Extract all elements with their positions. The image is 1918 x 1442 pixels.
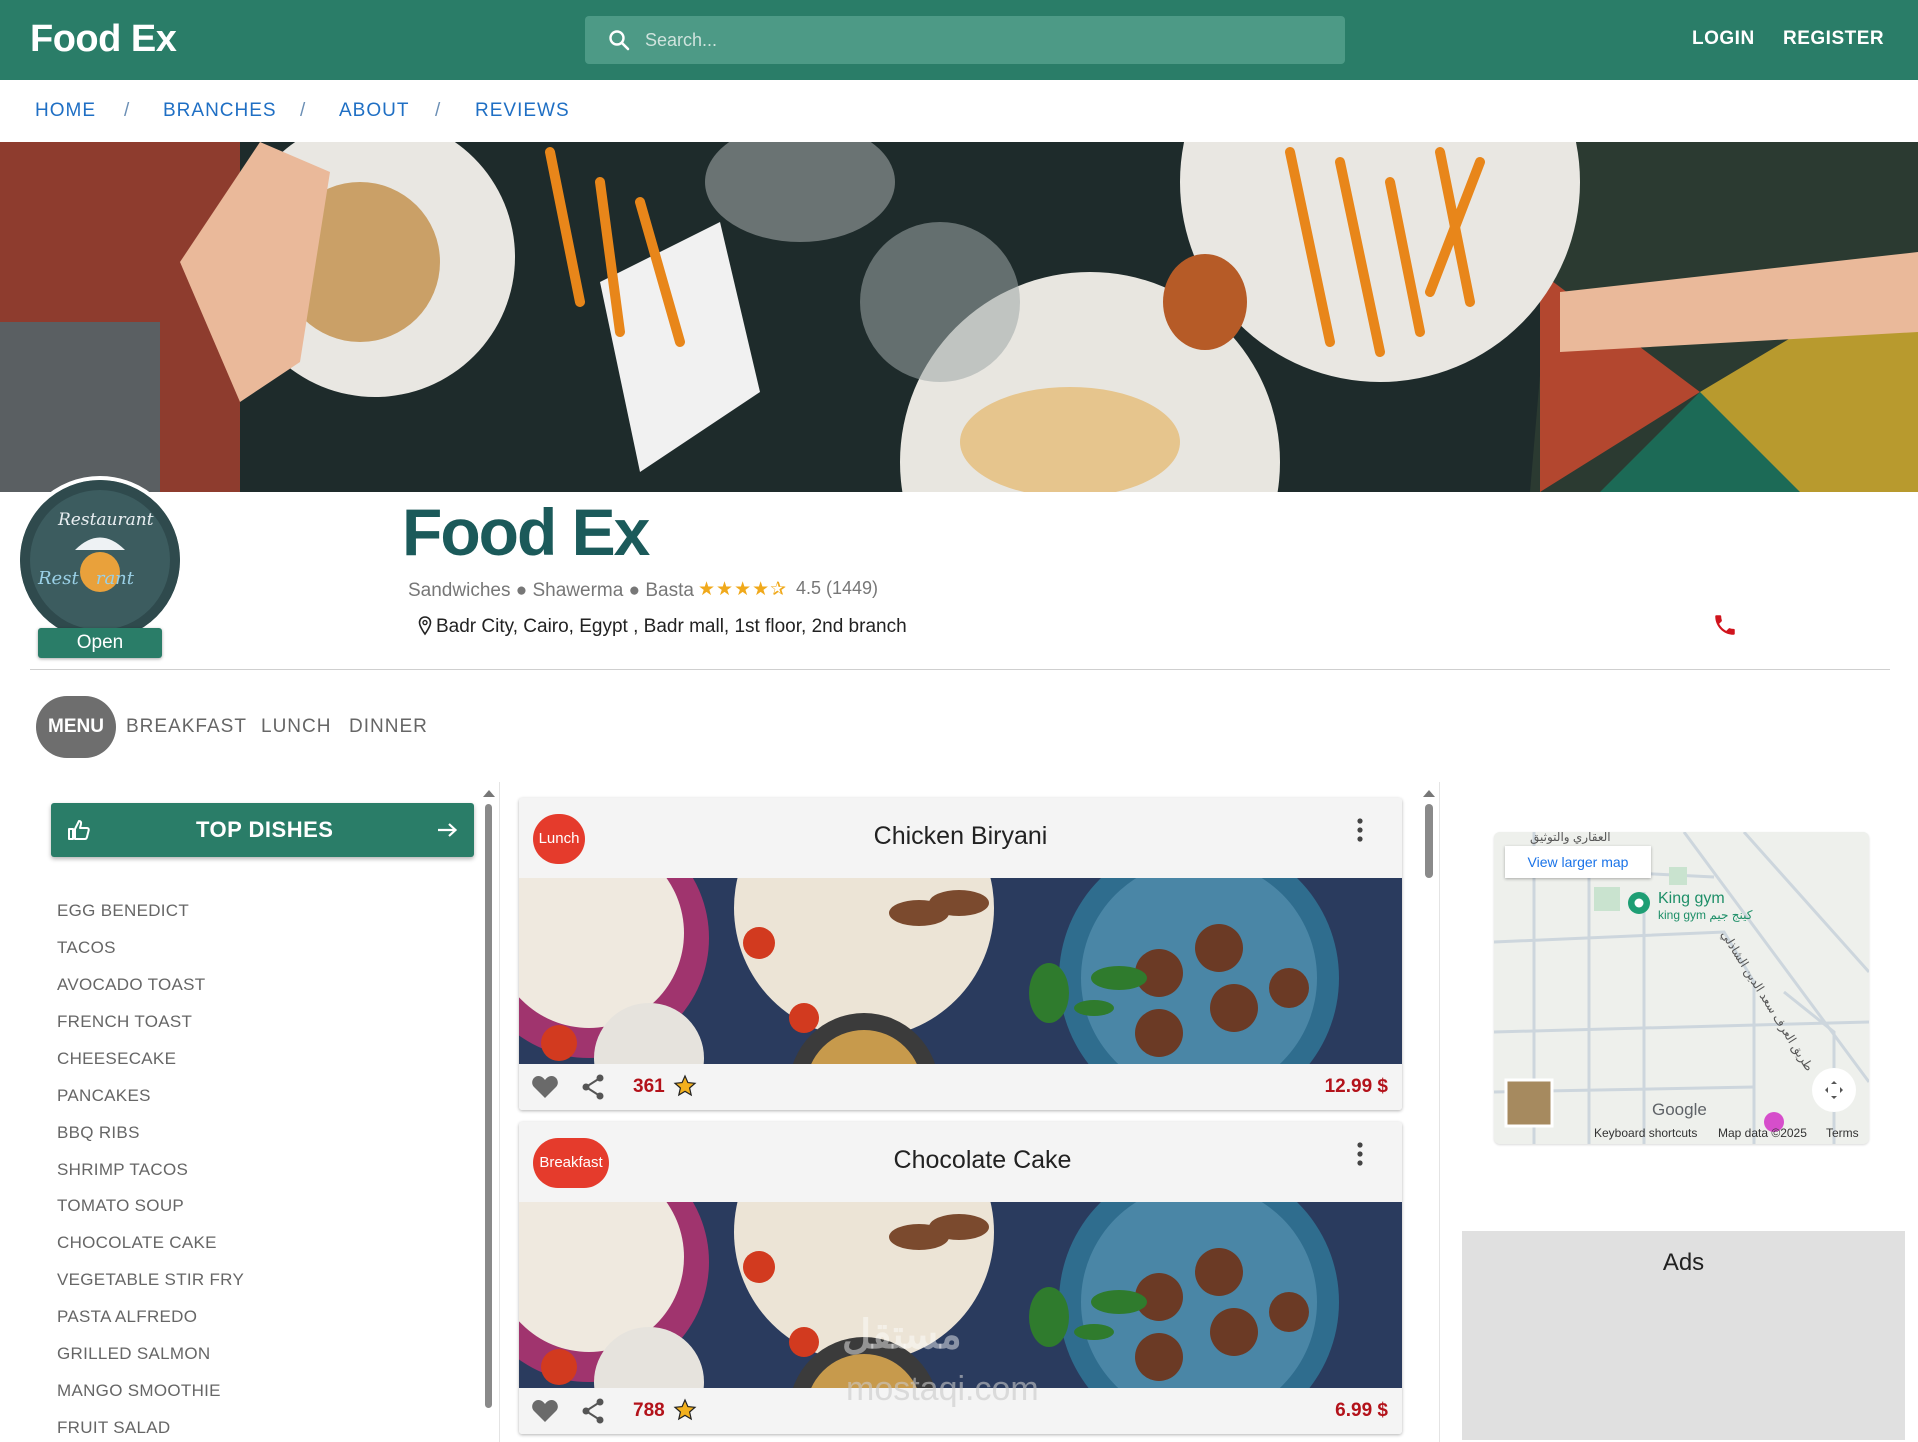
brand-logo[interactable]: Food Ex bbox=[30, 18, 177, 61]
rating-count: 788 bbox=[633, 1400, 665, 1421]
breadcrumb-separator: / bbox=[300, 100, 306, 121]
map-google-logo: Google bbox=[1652, 1100, 1707, 1119]
map-top-label: العقاري والتوثيق bbox=[1530, 832, 1611, 844]
rating-value: 4.5 (1449) bbox=[796, 578, 879, 598]
scroll-up-arrow[interactable] bbox=[483, 790, 495, 797]
dish-list-item[interactable]: CHOCOLATE CAKE bbox=[57, 1233, 217, 1253]
dish-list-item[interactable]: MANGO SMOOTHIE bbox=[57, 1381, 221, 1401]
dish-list-item[interactable]: VEGETABLE STIR FRY bbox=[57, 1270, 244, 1290]
hero-cover-image bbox=[0, 142, 1918, 492]
dish-list-item[interactable]: EGG BENEDICT bbox=[57, 901, 189, 921]
heart-icon[interactable] bbox=[531, 1399, 559, 1423]
rating-count: 361 bbox=[633, 1076, 665, 1097]
dish-list-item[interactable]: CHEESECAKE bbox=[57, 1049, 176, 1069]
breadcrumb-about[interactable]: ABOUT bbox=[339, 100, 409, 122]
search-input[interactable] bbox=[645, 16, 1325, 64]
breadcrumb-home[interactable]: HOME bbox=[35, 100, 96, 122]
view-larger-map-link[interactable]: View larger map bbox=[1505, 846, 1651, 878]
breadcrumb: HOME / BRANCHES / ABOUT / REVIEWS bbox=[0, 80, 1918, 142]
feed-scrollbar[interactable] bbox=[1425, 804, 1433, 878]
location-pin-icon bbox=[418, 616, 432, 636]
watermark-latin: mostaqi.com bbox=[846, 1370, 1039, 1408]
login-button[interactable]: LOGIN bbox=[1692, 28, 1755, 50]
dish-price: 12.99 $ bbox=[1324, 1076, 1388, 1097]
dish-list-item[interactable]: AVOCADO TOAST bbox=[57, 975, 205, 995]
register-button[interactable]: REGISTER bbox=[1783, 28, 1884, 50]
top-dishes-button[interactable]: TOP DISHES bbox=[51, 803, 474, 857]
breadcrumb-separator: / bbox=[124, 100, 130, 121]
phone-icon[interactable] bbox=[1712, 612, 1738, 638]
tab-lunch[interactable]: LUNCH bbox=[261, 716, 331, 738]
dish-title: Chocolate Cake bbox=[893, 1146, 1072, 1174]
top-dishes-panel bbox=[30, 782, 500, 1442]
map-keyboard-shortcuts[interactable]: Keyboard shortcuts bbox=[1594, 1126, 1697, 1140]
dish-list-item[interactable]: TOMATO SOUP bbox=[57, 1196, 184, 1216]
breadcrumb-branches[interactable]: BRANCHES bbox=[163, 100, 277, 122]
dish-title: Chicken Biryani bbox=[873, 822, 1048, 850]
arrow-right-icon bbox=[438, 823, 458, 837]
restaurant-logo: Restaurant Rest rant bbox=[16, 476, 184, 644]
map-fullscreen-icon[interactable] bbox=[1823, 1079, 1845, 1101]
dish-price: 6.99 $ bbox=[1335, 1400, 1388, 1421]
map-terms-link[interactable]: Terms bbox=[1826, 1126, 1859, 1140]
more-options-icon[interactable] bbox=[1357, 1142, 1363, 1168]
map-data-label: Map data ©2025 bbox=[1718, 1126, 1807, 1140]
location-map[interactable]: King gym king gym كينج جيم العقاري والتو… bbox=[1494, 832, 1869, 1144]
restaurant-categories: Sandwiches ● Shawerma ● Basta bbox=[408, 580, 694, 601]
top-app-bar: Food Ex LOGIN REGISTER bbox=[0, 0, 1918, 80]
search-icon bbox=[609, 30, 630, 51]
ads-panel: Ads bbox=[1462, 1231, 1905, 1440]
tab-menu[interactable]: MENU bbox=[36, 696, 116, 758]
dish-list-item[interactable]: SHRIMP TACOS bbox=[57, 1160, 188, 1180]
tab-breakfast[interactable]: BREAKFAST bbox=[126, 716, 247, 738]
dish-card-header: Lunch Chicken Biryani bbox=[519, 798, 1402, 878]
logo-text-bottom: Rest rant bbox=[38, 568, 135, 589]
dish-list-item[interactable]: FRUIT SALAD bbox=[57, 1418, 171, 1438]
logo-text-top: Restaurant bbox=[58, 510, 154, 530]
scroll-up-arrow[interactable] bbox=[1423, 790, 1435, 797]
dish-list-item[interactable]: PASTA ALFREDO bbox=[57, 1307, 197, 1327]
tab-dinner[interactable]: DINNER bbox=[349, 716, 428, 738]
share-icon[interactable] bbox=[581, 1398, 605, 1424]
left-panel-scrollbar[interactable] bbox=[485, 804, 492, 1408]
share-icon[interactable] bbox=[581, 1074, 605, 1100]
dish-card[interactable]: Lunch Chicken Biryani 361 12.99 $ bbox=[519, 798, 1402, 1110]
map-pin-icon[interactable] bbox=[1626, 890, 1652, 916]
ads-label: Ads bbox=[1662, 1249, 1705, 1276]
dish-list-item[interactable]: PANCAKES bbox=[57, 1086, 151, 1106]
dish-list-item[interactable]: BBQ RIBS bbox=[57, 1123, 140, 1143]
divider bbox=[30, 669, 1890, 670]
status-badge: Open bbox=[38, 628, 162, 658]
watermark-arabic: مستقل bbox=[842, 1313, 962, 1357]
thumbs-up-icon bbox=[68, 820, 90, 840]
dish-card-footer: 361 12.99 $ bbox=[519, 1064, 1402, 1110]
breadcrumb-reviews[interactable]: REVIEWS bbox=[475, 100, 570, 122]
dish-image bbox=[519, 1202, 1402, 1388]
dish-card-header: Breakfast Chocolate Cake bbox=[519, 1122, 1402, 1202]
dish-list-item[interactable]: FRENCH TOAST bbox=[57, 1012, 192, 1032]
dish-image bbox=[519, 878, 1402, 1064]
star-icon bbox=[673, 1398, 697, 1421]
restaurant-address: Badr City, Cairo, Egypt , Badr mall, 1st… bbox=[436, 616, 907, 637]
more-options-icon[interactable] bbox=[1357, 818, 1363, 844]
star-icon bbox=[673, 1074, 697, 1097]
map-place-subtitle: king gym كينج جيم bbox=[1658, 908, 1753, 922]
map-place-name[interactable]: King gym bbox=[1658, 890, 1725, 908]
top-dishes-label: TOP DISHES bbox=[196, 817, 334, 842]
heart-icon[interactable] bbox=[531, 1075, 559, 1099]
dish-list-item[interactable]: GRILLED SALMON bbox=[57, 1344, 210, 1364]
rating-stars: ★★★★✰ bbox=[698, 579, 788, 600]
breadcrumb-separator: / bbox=[435, 100, 441, 121]
search-bar[interactable] bbox=[585, 16, 1345, 64]
dish-list-item[interactable]: TACOS bbox=[57, 938, 116, 958]
restaurant-name: Food Ex bbox=[402, 495, 650, 569]
